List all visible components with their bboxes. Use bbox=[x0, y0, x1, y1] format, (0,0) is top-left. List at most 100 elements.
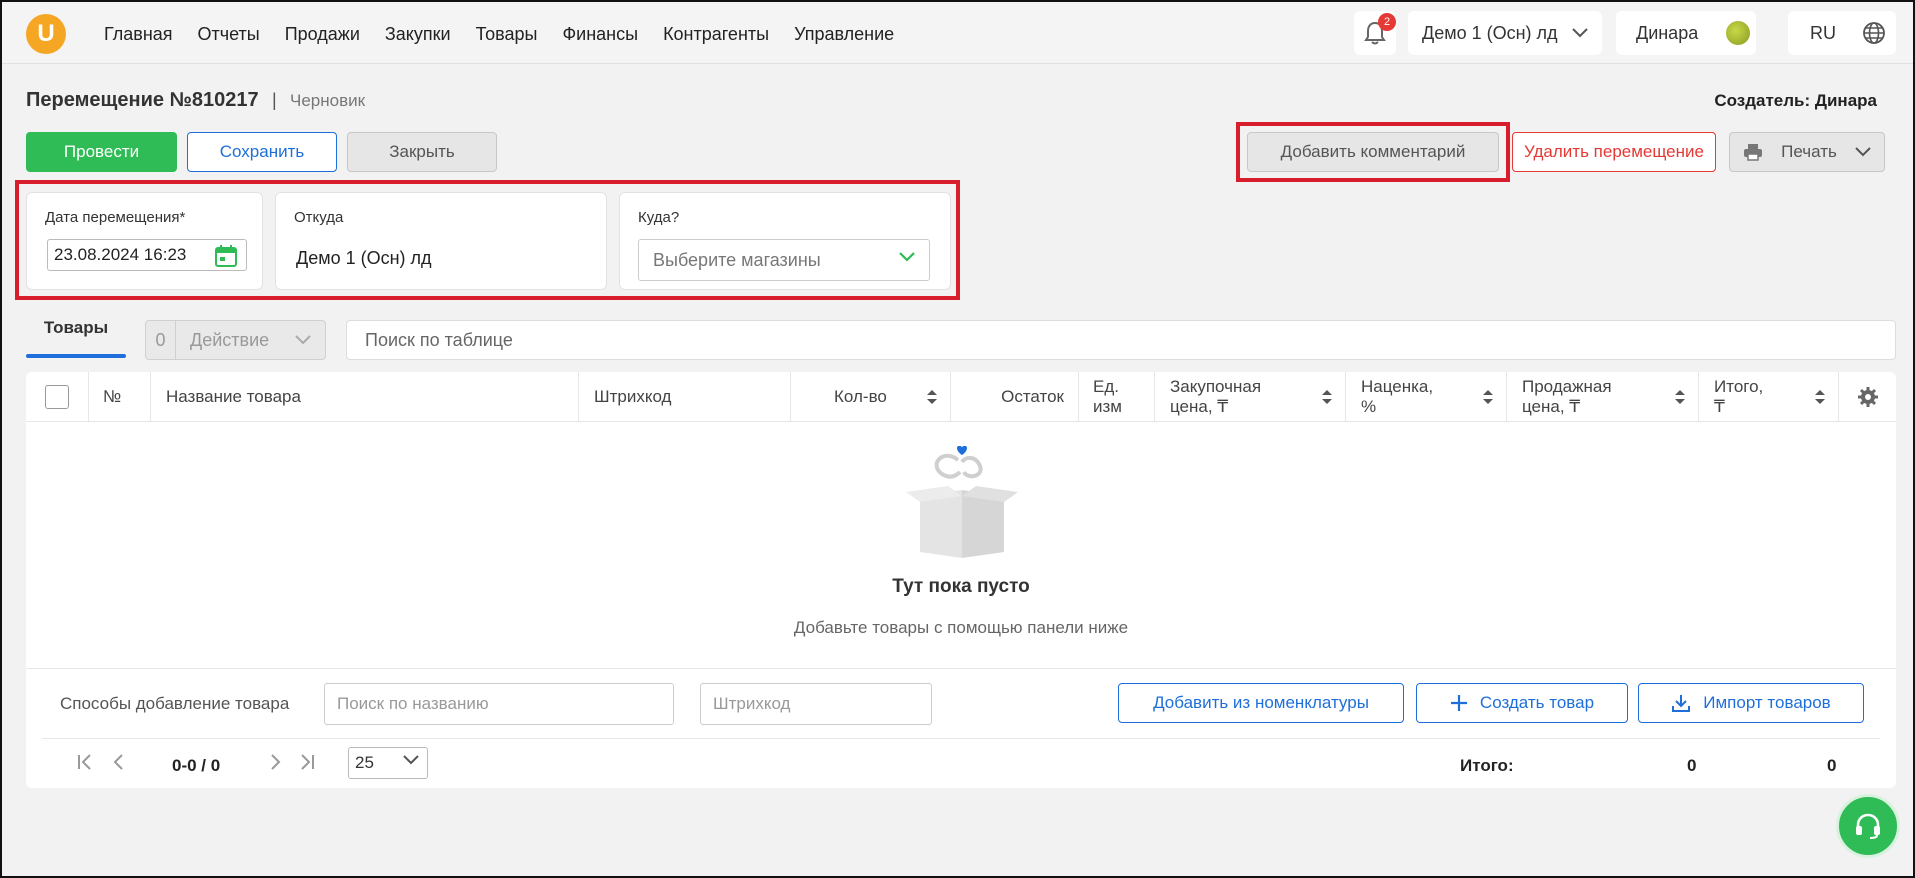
total-sum: 0 bbox=[1827, 756, 1837, 775]
gear-icon[interactable] bbox=[1857, 386, 1879, 408]
user-menu[interactable]: Динара bbox=[1616, 11, 1756, 55]
col-markup-line2: % bbox=[1361, 397, 1377, 416]
app-logo[interactable]: U bbox=[26, 14, 66, 54]
col-stock[interactable]: Остаток bbox=[951, 372, 1079, 422]
download-icon bbox=[1672, 695, 1691, 712]
close-button[interactable]: Закрыть bbox=[347, 132, 497, 172]
page-size-value: 25 bbox=[355, 753, 374, 772]
page-title: Перемещение №810217 bbox=[26, 89, 259, 111]
prev-page-icon[interactable] bbox=[112, 753, 126, 771]
sort-icon[interactable] bbox=[1674, 389, 1686, 405]
last-page-icon[interactable] bbox=[298, 753, 316, 771]
nav-item-goods[interactable]: Товары bbox=[476, 24, 538, 45]
chevron-down-icon bbox=[899, 252, 915, 262]
col-sale-line1: Продажная bbox=[1522, 377, 1612, 396]
headset-icon bbox=[1856, 813, 1880, 839]
col-unit[interactable]: Ед. изм bbox=[1079, 372, 1155, 422]
from-value: Демо 1 (Осн) лд bbox=[296, 248, 432, 268]
add-methods-label: Способы добавление товара bbox=[60, 694, 290, 713]
to-placeholder: Выберите магазины bbox=[653, 249, 821, 270]
col-markup[interactable]: Наценка, % bbox=[1346, 372, 1507, 422]
select-all-checkbox[interactable] bbox=[45, 385, 69, 409]
notification-badge: 2 bbox=[1378, 13, 1396, 31]
bulk-action-dropdown[interactable]: 0 Действие bbox=[145, 320, 326, 360]
logo-letter: U bbox=[37, 20, 55, 47]
to-store-select[interactable]: Выберите магазины bbox=[638, 239, 930, 281]
language-code: RU bbox=[1810, 22, 1836, 43]
page-range: 0-0 / 0 bbox=[172, 756, 221, 775]
col-markup-line1: Наценка, bbox=[1361, 377, 1434, 396]
sort-icon[interactable] bbox=[1321, 389, 1333, 405]
add-comment-button[interactable]: Добавить комментарий bbox=[1247, 132, 1499, 172]
table-search-input[interactable]: Поиск по таблице bbox=[346, 320, 1896, 360]
goods-table: № Название товара Штрихкод Кол-во Остато… bbox=[26, 372, 1896, 788]
delete-transfer-button[interactable]: Удалить перемещение bbox=[1512, 132, 1716, 172]
plus-icon bbox=[1450, 695, 1467, 711]
sort-icon[interactable] bbox=[926, 389, 938, 405]
col-barcode[interactable]: Штрихкод bbox=[579, 372, 791, 422]
col-qty-label: Кол-во bbox=[834, 387, 887, 406]
table-header: № Название товара Штрихкод Кол-во Остато… bbox=[26, 372, 1896, 422]
tab-goods[interactable]: Товары bbox=[26, 318, 126, 358]
print-label: Печать bbox=[1781, 142, 1837, 161]
next-page-icon[interactable] bbox=[268, 753, 282, 771]
date-label: Дата перемещения* bbox=[45, 209, 186, 226]
col-purchase-line1: Закупочная bbox=[1170, 377, 1262, 396]
sort-icon[interactable] bbox=[1482, 389, 1494, 405]
product-name-search-input[interactable]: Поиск по названию bbox=[324, 683, 674, 725]
post-button[interactable]: Провести bbox=[26, 132, 177, 172]
language-selector[interactable]: RU bbox=[1788, 11, 1896, 55]
add-from-catalog-button[interactable]: Добавить из номенклатуры bbox=[1118, 683, 1404, 723]
printer-icon bbox=[1744, 144, 1763, 161]
col-purchase-line2: цена, ₸ bbox=[1170, 397, 1229, 416]
nav-item-finance[interactable]: Финансы bbox=[562, 24, 638, 45]
nav-item-reports[interactable]: Отчеты bbox=[198, 24, 260, 45]
to-card: Куда? Выберите магазины bbox=[619, 192, 951, 290]
col-total-line2: ₸ bbox=[1714, 397, 1725, 416]
col-unit-line2: изм bbox=[1093, 397, 1122, 416]
chevron-down-icon bbox=[1855, 147, 1871, 157]
empty-state-subtitle: Добавьте товары с помощью панели ниже bbox=[793, 618, 1129, 637]
col-sale-line2: цена, ₸ bbox=[1522, 397, 1581, 416]
selected-count: 0 bbox=[146, 321, 176, 359]
main-nav: Главная Отчеты Продажи Закупки Товары Фи… bbox=[104, 24, 894, 45]
support-chat-button[interactable] bbox=[1836, 794, 1900, 858]
total-label: Итого: bbox=[1460, 756, 1514, 775]
sort-icon[interactable] bbox=[1814, 389, 1826, 405]
nav-item-home[interactable]: Главная bbox=[104, 24, 173, 45]
barcode-input[interactable]: Штрихкод bbox=[700, 683, 932, 725]
date-card: Дата перемещения* 23.08.2024 16:23 bbox=[26, 192, 263, 290]
col-qty[interactable]: Кол-во bbox=[791, 372, 951, 422]
total-qty: 0 bbox=[1687, 756, 1697, 775]
notifications-button[interactable]: 2 bbox=[1354, 11, 1396, 55]
nav-item-purchases[interactable]: Закупки bbox=[385, 24, 451, 45]
title-separator: | bbox=[272, 90, 277, 110]
status-badge: Черновик bbox=[290, 91, 366, 110]
save-button[interactable]: Сохранить bbox=[187, 132, 337, 172]
empty-box-icon bbox=[906, 446, 1018, 558]
date-field[interactable]: 23.08.2024 16:23 bbox=[47, 239, 247, 271]
col-sale-price[interactable]: Продажная цена, ₸ bbox=[1507, 372, 1699, 422]
store-selector[interactable]: Демо 1 (Осн) лд bbox=[1408, 11, 1602, 55]
first-page-icon[interactable] bbox=[76, 753, 94, 771]
page-size-select[interactable]: 25 bbox=[348, 747, 428, 779]
calendar-icon[interactable] bbox=[214, 244, 238, 268]
import-products-button[interactable]: Импорт товаров bbox=[1638, 683, 1864, 723]
col-name[interactable]: Название товара bbox=[151, 372, 579, 422]
nav-item-sales[interactable]: Продажи bbox=[285, 24, 360, 45]
chevron-down-icon bbox=[1572, 28, 1588, 38]
chevron-down-icon bbox=[295, 335, 311, 345]
to-label: Куда? bbox=[638, 209, 680, 226]
col-total[interactable]: Итого, ₸ bbox=[1699, 372, 1839, 422]
select-all-cell bbox=[26, 372, 89, 422]
print-button[interactable]: Печать bbox=[1729, 132, 1885, 172]
nav-item-management[interactable]: Управление bbox=[794, 24, 894, 45]
date-value: 23.08.2024 16:23 bbox=[54, 245, 187, 264]
col-purchase-price[interactable]: Закупочная цена, ₸ bbox=[1155, 372, 1346, 422]
nav-item-contractors[interactable]: Контрагенты bbox=[663, 24, 769, 45]
empty-state-title: Тут пока пусто bbox=[892, 576, 1030, 597]
tab-goods-underline bbox=[26, 354, 126, 358]
create-product-button[interactable]: Создать товар bbox=[1416, 683, 1628, 723]
col-total-line1: Итого, bbox=[1714, 377, 1764, 396]
create-product-label: Создать товар bbox=[1479, 693, 1595, 712]
